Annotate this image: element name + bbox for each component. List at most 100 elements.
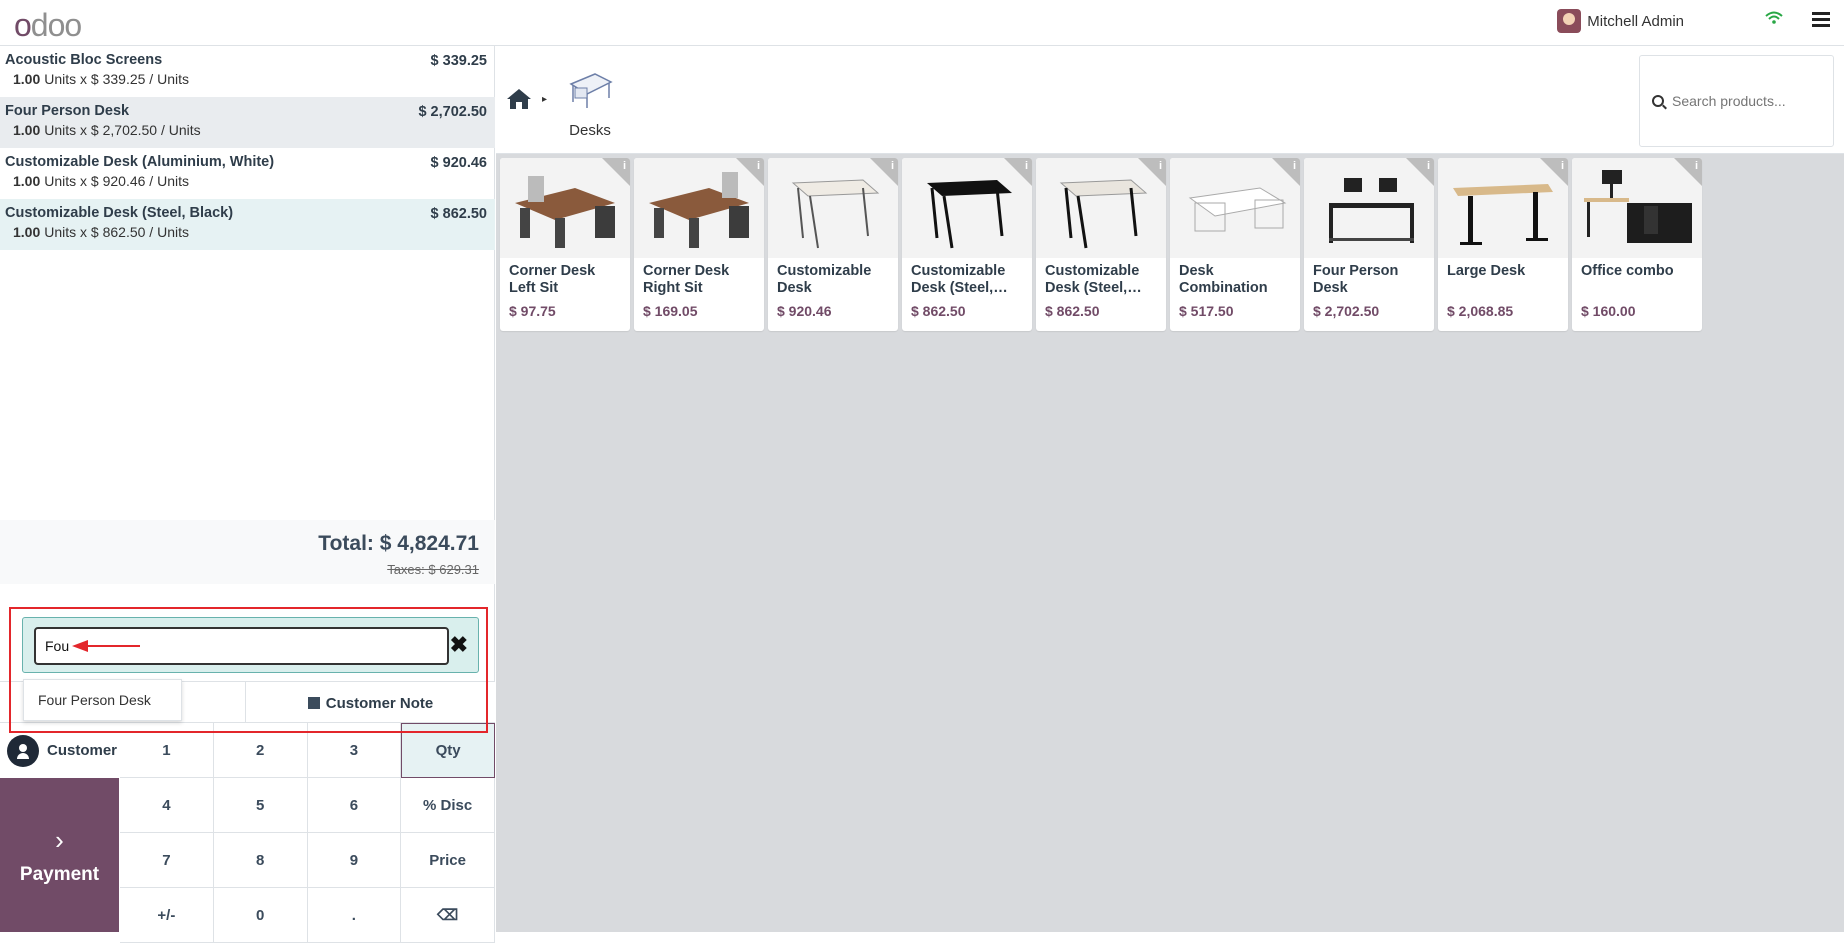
order-line[interactable]: Four Person Desk $ 2,702.50 1.00 Units x … [0,97,495,148]
order-line-name: Four Person Desk [5,103,130,119]
order-line-detail: 1.00 Units x $ 339.25 / Units [5,71,489,87]
user-menu[interactable]: Mitchell Admin [1557,9,1684,33]
desk-icon [567,68,613,110]
product-card[interactable]: i Office combo $ 160.00 [1572,158,1702,331]
order-line[interactable]: Customizable Desk (Aluminium, White) $ 9… [0,148,495,199]
order-line-qty: 1.00 [13,224,41,240]
product-image: i [1170,158,1300,258]
info-icon[interactable]: i [1025,160,1028,172]
product-name: Customizable Desk (Steel,… [1045,263,1142,296]
numpad-key-7[interactable]: 7 [120,833,214,888]
chevron-right-icon: › [55,824,64,855]
product-name: Corner Desk Left Sit [509,263,596,296]
numpad-sign-toggle[interactable]: +/- [120,888,214,943]
category-desks[interactable]: Desks [560,68,620,139]
order-line[interactable]: Acoustic Bloc Screens $ 339.25 1.00 Units… [0,46,495,97]
product-card[interactable]: i Customizable Desk (Aluminiu… $ 920.46 [768,158,898,331]
numpad-key-2[interactable]: 2 [213,723,308,778]
product-grid: i Corner Desk Left Sit $ 97.75 i Corner … [500,158,1702,331]
numpad-key-4[interactable]: 4 [120,778,214,833]
customer-label: Customer [47,742,118,759]
order-line-name: Acoustic Bloc Screens [5,52,163,68]
product-name: Customizable Desk (Steel,… [911,263,1008,296]
info-icon[interactable]: i [1159,160,1162,172]
odoo-logo[interactable]: odoo [14,7,82,44]
numpad-qty-mode[interactable]: Qty [401,723,495,778]
order-line-name: Customizable Desk (Steel, Black) [5,205,234,221]
top-bar: odoo Mitchell Admin [0,0,1844,46]
info-icon[interactable]: i [1695,160,1698,172]
order-line-price: $ 862.50 [430,206,487,222]
menu-icon[interactable] [1812,12,1830,30]
product-card[interactable]: i Corner Desk Right Sit $ 169.05 [634,158,764,331]
numpad-key-8[interactable]: 8 [213,833,308,888]
breadcrumb-caret-icon: ▸ [542,94,548,105]
info-icon[interactable]: i [1427,160,1430,172]
product-card[interactable]: i Desk Combination $ 517.50 [1170,158,1300,331]
numpad-key-3[interactable]: 3 [307,723,402,778]
order-line-qty: 1.00 [13,173,41,189]
product-price: $ 2,702.50 [1313,303,1380,319]
numpad-disc-mode[interactable]: % Disc [401,778,495,833]
order-line-price: $ 920.46 [430,155,487,171]
numpad-key-9[interactable]: 9 [307,833,402,888]
payment-label: Payment [19,863,100,885]
product-image: i [1572,158,1702,258]
product-header: ▸ Desks [496,46,1844,154]
order-line-price: $ 2,702.50 [418,104,487,120]
order-line-qty: 1.00 [13,122,41,138]
home-icon[interactable] [506,88,532,115]
user-name: Mitchell Admin [1587,12,1684,30]
customer-note-button[interactable]: Customer Note [245,682,495,724]
search-suggestion[interactable]: Four Person Desk [23,679,182,721]
product-card[interactable]: i Customizable Desk (Steel,… $ 862.50 [902,158,1032,331]
info-icon[interactable]: i [757,160,760,172]
numpad: 1 2 3 Qty 4 5 6 % Disc 7 8 9 Price +/- 0… [120,723,495,943]
user-avatar [1557,9,1582,33]
clear-search-icon[interactable]: ✖ [450,632,468,658]
info-icon[interactable]: i [891,160,894,172]
numpad-key-6[interactable]: 6 [307,778,402,833]
product-card[interactable]: i Four Person Desk $ 2,702.50 [1304,158,1434,331]
product-image: i [902,158,1032,258]
customer-button[interactable]: Customer [0,723,120,778]
product-price: $ 169.05 [643,303,698,319]
numpad-price-mode[interactable]: Price [401,833,495,888]
order-summary: Total: $ 4,824.71 Taxes: $ 629.31 [0,520,495,584]
user-icon [7,734,39,767]
product-image: i [500,158,630,258]
product-card[interactable]: i Large Desk $ 2,068.85 [1438,158,1568,331]
product-search-input[interactable] [1672,86,1822,116]
product-price: $ 97.75 [509,303,556,319]
product-card[interactable]: i Customizable Desk (Steel,… $ 862.50 [1036,158,1166,331]
numpad-key-0[interactable]: 0 [213,888,308,943]
numpad-backspace[interactable]: ⌫ [401,888,495,943]
product-panel: ▸ Desks i Corner Desk Left Sit $ 97.75 i [496,46,1844,932]
product-name: Four Person Desk [1313,263,1399,296]
order-line-unit: Units x $ 862.50 / Units [44,224,189,240]
product-price: $ 920.46 [777,303,832,319]
info-icon[interactable]: i [1561,160,1564,172]
payment-button[interactable]: › Payment [0,778,119,932]
numpad-key-5[interactable]: 5 [213,778,308,833]
numpad-key-decimal[interactable]: . [307,888,402,943]
order-line-selected[interactable]: Customizable Desk (Steel, Black) $ 862.5… [0,199,495,250]
note-icon [307,697,320,709]
product-price: $ 862.50 [911,303,966,319]
order-line-detail: 1.00 Units x $ 920.46 / Units [5,173,489,189]
info-icon[interactable]: i [1293,160,1296,172]
order-total: Total: $ 4,824.71 [318,532,479,555]
search-icon [1652,95,1664,107]
product-card[interactable]: i Corner Desk Left Sit $ 97.75 [500,158,630,331]
order-taxes: Taxes: $ 629.31 [387,562,479,577]
product-name: Customizable Desk (Aluminiu… [777,263,872,296]
product-price: $ 862.50 [1045,303,1100,319]
order-line-price: $ 339.25 [430,53,487,69]
order-line-detail: 1.00 Units x $ 862.50 / Units [5,224,489,240]
product-name: Large Desk [1447,263,1526,279]
info-icon[interactable]: i [623,160,626,172]
product-image: i [1438,158,1568,258]
product-name: Desk Combination [1179,263,1268,296]
order-line-qty: 1.00 [13,71,41,87]
numpad-key-1[interactable]: 1 [120,723,214,778]
